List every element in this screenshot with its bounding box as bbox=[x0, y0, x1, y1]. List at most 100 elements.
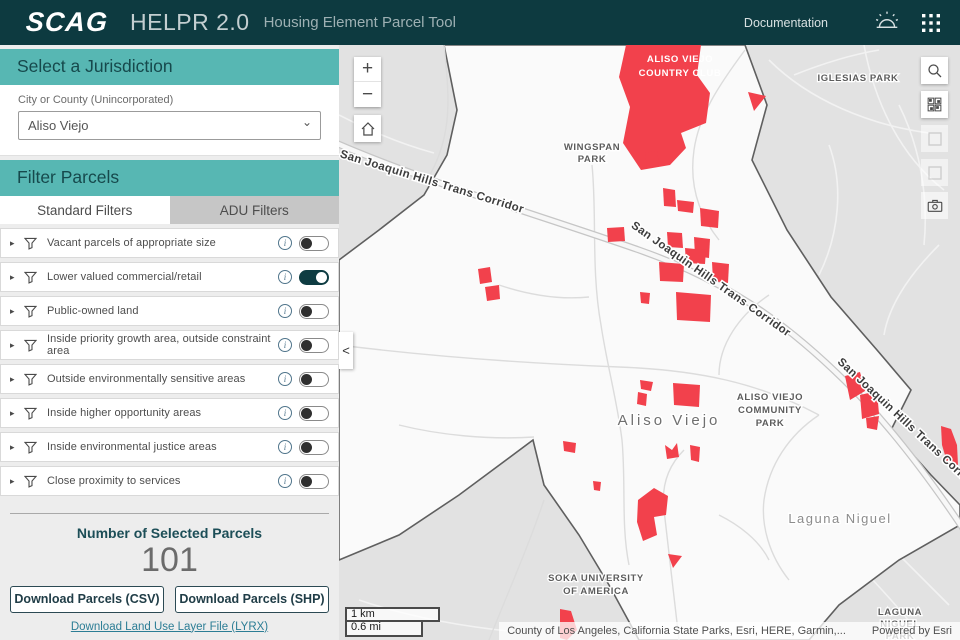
filter-toggle[interactable] bbox=[299, 474, 329, 489]
selected-parcel[interactable] bbox=[700, 208, 719, 228]
info-icon[interactable]: i bbox=[278, 440, 292, 454]
download-lyrx-link[interactable]: Download Land Use Layer File (LYRX) bbox=[0, 621, 339, 633]
scale-mi: 0.6 mi bbox=[345, 622, 423, 637]
filter-funnel-icon bbox=[24, 305, 37, 318]
app-title: HELPR 2.0 bbox=[130, 9, 250, 36]
filter-label: Lower valued commercial/retail bbox=[47, 271, 278, 283]
filter-funnel-icon bbox=[24, 407, 37, 420]
selected-parcels-count: 101 bbox=[0, 543, 339, 579]
documentation-link[interactable]: Documentation bbox=[744, 16, 828, 30]
filter-label: Close proximity to services bbox=[47, 475, 278, 487]
scale-km: 1 km bbox=[345, 607, 440, 622]
expand-caret-icon[interactable]: ▸ bbox=[10, 374, 20, 385]
filter-row: ▸Vacant parcels of appropriate sizei bbox=[0, 228, 339, 258]
layer-tool-button[interactable] bbox=[921, 125, 948, 152]
map-label: COUNTRY CLUB bbox=[639, 68, 722, 79]
selected-parcel[interactable] bbox=[607, 227, 625, 242]
expand-caret-icon[interactable]: ▸ bbox=[10, 272, 20, 283]
tab-standard-filters[interactable]: Standard Filters bbox=[0, 196, 170, 224]
filter-toggle[interactable] bbox=[299, 304, 329, 319]
jurisdiction-section-title: Select a Jurisdiction bbox=[0, 49, 339, 85]
basemap-gallery-button[interactable] bbox=[921, 91, 948, 118]
selected-parcel[interactable] bbox=[866, 416, 879, 430]
selected-parcel[interactable] bbox=[673, 383, 700, 407]
filter-label: Inside priority growth area, outside con… bbox=[47, 333, 278, 357]
selected-parcel[interactable] bbox=[663, 188, 676, 207]
filter-label: Inside higher opportunity areas bbox=[47, 407, 278, 419]
info-icon[interactable]: i bbox=[278, 304, 292, 318]
info-icon[interactable]: i bbox=[278, 372, 292, 386]
map-label: OF AMERICA bbox=[563, 586, 629, 597]
app-launcher-grid-icon[interactable] bbox=[916, 8, 946, 38]
map-label: Laguna Niguel bbox=[788, 511, 891, 526]
map-label: PARK bbox=[578, 154, 607, 165]
expand-caret-icon[interactable]: ▸ bbox=[10, 442, 20, 453]
selected-parcel[interactable] bbox=[640, 292, 650, 304]
filter-funnel-icon bbox=[24, 237, 37, 250]
filter-row: ▸ Public-owned landi bbox=[0, 296, 339, 326]
zoom-out-button[interactable]: − bbox=[354, 82, 381, 107]
map-label: PARK bbox=[756, 418, 785, 429]
filter-toggle[interactable] bbox=[299, 338, 329, 353]
filter-row: ▸Outside environmentally sensitive areas… bbox=[0, 364, 339, 394]
home-button[interactable] bbox=[354, 115, 381, 142]
expand-caret-icon[interactable]: ▸ bbox=[10, 408, 20, 419]
scag-logo: SCAG bbox=[25, 7, 109, 38]
zoom-in-button[interactable]: + bbox=[354, 57, 381, 82]
map-canvas[interactable]: ALISO VIEJOCOUNTRY CLUBIGLESIAS PARKWING… bbox=[339, 45, 960, 640]
selected-parcel[interactable] bbox=[485, 285, 500, 301]
square-icon bbox=[927, 165, 943, 181]
home-icon bbox=[359, 120, 377, 138]
filter-row: ▸ Lower valued commercial/retaili bbox=[0, 262, 339, 292]
filter-row: ▸ Inside priority growth area, outside co… bbox=[0, 330, 339, 360]
download-shp-button[interactable]: Download Parcels (SHP) bbox=[175, 586, 329, 613]
filter-toggle[interactable] bbox=[299, 406, 329, 421]
filter-list: ▸Vacant parcels of appropriate sizei▸Low… bbox=[0, 228, 339, 496]
map-label: Aliso Viejo bbox=[618, 412, 721, 429]
sidebar-collapse-button[interactable]: < bbox=[339, 332, 353, 369]
filter-row: ▸ Inside higher opportunity areasi bbox=[0, 398, 339, 428]
extent-tool-button[interactable] bbox=[921, 159, 948, 186]
selected-parcel[interactable] bbox=[478, 267, 492, 284]
jurisdiction-field-label: City or County (Unincorporated) bbox=[18, 94, 321, 106]
filter-funnel-icon bbox=[24, 441, 37, 454]
selected-parcel[interactable] bbox=[677, 200, 694, 213]
map-label: LAGUNA bbox=[878, 607, 922, 618]
info-icon[interactable]: i bbox=[278, 338, 292, 352]
search-icon bbox=[926, 62, 944, 80]
tab-adu-filters[interactable]: ADU Filters bbox=[170, 196, 340, 224]
zoom-control: + − bbox=[354, 57, 381, 107]
selected-parcel[interactable] bbox=[676, 292, 711, 322]
camera-icon bbox=[926, 197, 944, 215]
selected-parcel[interactable] bbox=[690, 445, 700, 462]
selected-parcel[interactable] bbox=[645, 151, 659, 167]
filter-label: Public-owned land bbox=[47, 305, 278, 317]
expand-caret-icon[interactable]: ▸ bbox=[10, 476, 20, 487]
notification-bell-icon[interactable] bbox=[872, 8, 902, 38]
map-attribution: County of Los Angeles, California State … bbox=[499, 622, 960, 640]
basemap-grid-icon bbox=[926, 96, 943, 113]
filter-section-title: Filter Parcels bbox=[0, 160, 339, 196]
filter-toggle[interactable] bbox=[299, 440, 329, 455]
expand-caret-icon[interactable]: ▸ bbox=[10, 238, 20, 249]
filter-toggle[interactable] bbox=[299, 372, 329, 387]
map-label: ALISO VIEJO bbox=[737, 392, 803, 403]
expand-caret-icon[interactable]: ▸ bbox=[10, 306, 20, 317]
filter-row: ▸ Close proximity to servicesi bbox=[0, 466, 339, 496]
info-icon[interactable]: i bbox=[278, 270, 292, 284]
jurisdiction-select[interactable]: Aliso Viejo bbox=[18, 111, 321, 140]
screenshot-button[interactable] bbox=[921, 192, 948, 219]
filter-toggle[interactable] bbox=[299, 270, 329, 285]
selected-parcel[interactable] bbox=[593, 481, 601, 491]
results-divider bbox=[10, 513, 329, 514]
map-label: SOKA UNIVERSITY bbox=[548, 573, 644, 584]
filter-toggle[interactable] bbox=[299, 236, 329, 251]
info-icon[interactable]: i bbox=[278, 406, 292, 420]
search-button[interactable] bbox=[921, 57, 948, 84]
selected-parcels-title: Number of Selected Parcels bbox=[0, 525, 339, 541]
download-csv-button[interactable]: Download Parcels (CSV) bbox=[10, 586, 164, 613]
expand-caret-icon[interactable]: ▸ bbox=[10, 340, 20, 351]
info-icon[interactable]: i bbox=[278, 236, 292, 250]
info-icon[interactable]: i bbox=[278, 474, 292, 488]
selected-parcel[interactable] bbox=[637, 392, 647, 406]
